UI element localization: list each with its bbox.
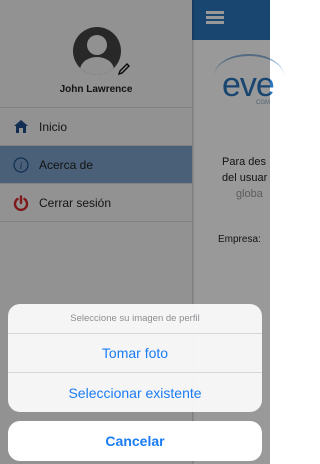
cancel-button[interactable]: Cancelar: [8, 421, 262, 461]
action-sheet-title: Seleccione su imagen de perfil: [8, 304, 262, 334]
take-photo-button[interactable]: Tomar foto: [8, 334, 262, 373]
action-sheet: Seleccione su imagen de perfil Tomar fot…: [8, 304, 262, 412]
choose-existing-button[interactable]: Seleccionar existente: [8, 373, 262, 412]
